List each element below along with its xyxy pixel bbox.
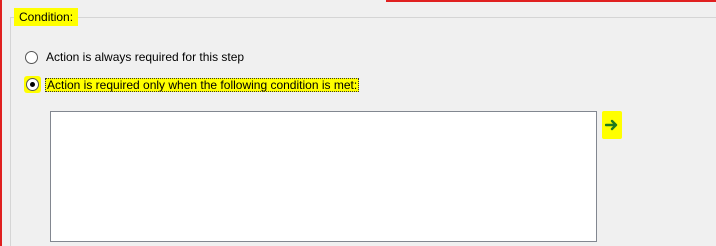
radio-required-when-condition-label[interactable]: Action is required only when the followi… — [45, 77, 360, 92]
condition-expression-field[interactable] — [50, 111, 597, 242]
radio-always-required-label[interactable]: Action is always required for this step — [46, 50, 244, 64]
radio-required-when-condition-circle[interactable] — [26, 78, 39, 91]
groupbox-border-left — [10, 17, 11, 246]
window-frame-top — [386, 0, 716, 2]
radio-always-required[interactable]: Action is always required for this step — [25, 50, 244, 64]
radio-highlight — [24, 76, 41, 93]
window-frame-left — [0, 0, 2, 246]
condition-legend-text: Condition: — [19, 10, 74, 24]
condition-groupbox-legend: Condition: — [14, 8, 79, 26]
groupbox-border-top — [10, 17, 716, 18]
condition-arrow-button[interactable] — [602, 111, 622, 139]
arrow-right-icon — [605, 119, 618, 131]
radio-always-required-circle[interactable] — [25, 50, 38, 64]
radio-required-when-condition[interactable]: Action is required only when the followi… — [24, 76, 360, 93]
